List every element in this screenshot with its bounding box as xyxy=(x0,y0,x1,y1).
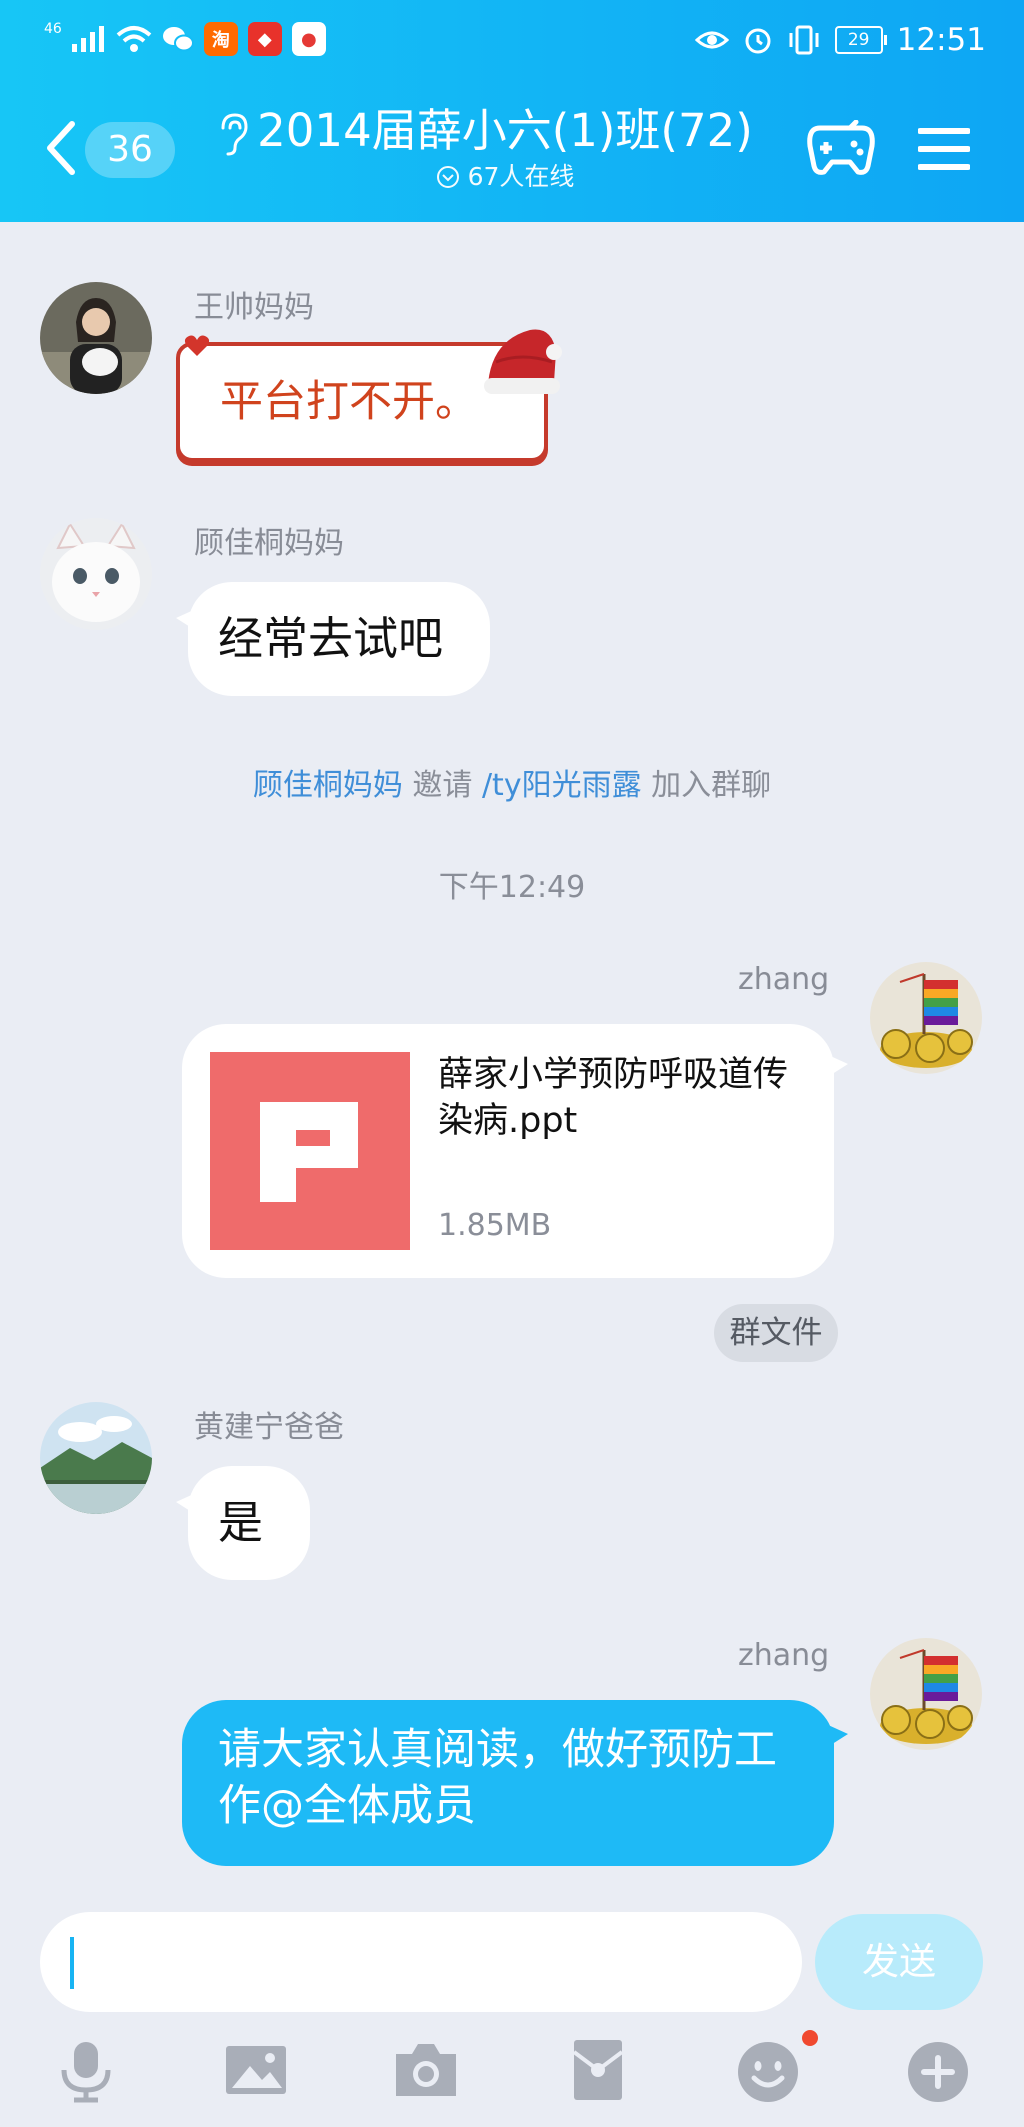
santa-hat-icon xyxy=(484,329,562,394)
group-title-area[interactable]: 2014届薛小六(1)班(72) 67人在线 xyxy=(215,102,795,194)
file-message-card[interactable]: 薛家小学预防呼吸道传染病.ppt 1.85MB xyxy=(182,1024,848,1278)
invitee-link[interactable]: /ty阳光雨露 xyxy=(482,768,642,803)
avatar[interactable] xyxy=(870,1638,982,1750)
microphone-icon[interactable] xyxy=(52,2036,120,2104)
invite-suffix: 加入群聊 xyxy=(651,768,772,803)
eye-icon xyxy=(694,31,729,49)
chat-header: 36 2014届薛小六(1)班(72) 67人在线 xyxy=(0,90,1024,222)
online-count: 67人在线 xyxy=(467,162,575,191)
image-icon[interactable] xyxy=(222,2036,290,2104)
battery-icon: 29 xyxy=(834,26,887,54)
sender-name: zhang xyxy=(738,962,830,997)
avatar[interactable] xyxy=(40,1402,152,1514)
sender-name: zhang xyxy=(738,1638,830,1673)
message-input[interactable] xyxy=(40,1912,802,2012)
ppt-file-icon xyxy=(210,1052,410,1250)
group-title: 2014届薛小六(1)班(72) xyxy=(257,104,753,157)
notification-dot xyxy=(802,2030,818,2046)
group-file-tag[interactable]: 群文件 xyxy=(714,1304,838,1362)
avatar[interactable] xyxy=(870,962,982,1074)
network-type: 46 xyxy=(44,21,62,37)
send-button[interactable]: 发送 xyxy=(815,1914,983,2010)
timestamp: 下午12:49 xyxy=(438,870,586,905)
plus-icon[interactable] xyxy=(904,2036,972,2104)
camera-icon[interactable] xyxy=(392,2036,460,2104)
avatar[interactable] xyxy=(40,518,152,630)
red-packet-icon[interactable] xyxy=(564,2036,632,2104)
file-size: 1.85MB xyxy=(438,1208,552,1243)
online-status: 67人在线 xyxy=(436,160,575,194)
map-icon: ● xyxy=(291,22,326,56)
unread-count-badge[interactable]: 36 xyxy=(85,122,175,178)
message-bubble[interactable]: 是 xyxy=(176,1466,310,1580)
app-icon: ◆ xyxy=(247,22,282,56)
menu-icon[interactable] xyxy=(918,126,970,172)
text-caret xyxy=(70,1937,74,1989)
sender-name: 顾佳桐妈妈 xyxy=(194,526,344,561)
alarm-icon xyxy=(745,28,771,54)
heart-icon xyxy=(184,335,210,356)
composer-toolbar xyxy=(0,2030,1024,2127)
emoji-icon[interactable] xyxy=(734,2036,802,2104)
message-bubble-self[interactable]: 请大家认真阅读，做好预防工作@全体成员 xyxy=(182,1700,848,1866)
invite-verb: 邀请 xyxy=(412,768,473,803)
avatar[interactable] xyxy=(40,282,152,394)
vibrate-icon xyxy=(789,25,819,55)
message-bubble[interactable]: 经常去试吧 xyxy=(176,582,490,696)
top-bar: 46 淘 ◆ ● 29 12:51 36 2014届薛小六(1)班(72) 67… xyxy=(0,0,1024,222)
gamepad-icon[interactable] xyxy=(806,120,876,176)
clock: 12:51 xyxy=(896,22,986,58)
inviter-link[interactable]: 顾佳桐妈妈 xyxy=(253,768,403,803)
chevron-down-circle-icon xyxy=(436,166,459,188)
sender-name: 黄建宁爸爸 xyxy=(194,1410,344,1445)
ear-icon xyxy=(221,113,248,156)
wechat-icon xyxy=(162,27,194,52)
taobao-icon: 淘 xyxy=(203,22,238,56)
signal-icon xyxy=(71,26,104,52)
sender-name: 王帅妈妈 xyxy=(194,290,314,325)
file-name: 薛家小学预防呼吸道传染病.ppt xyxy=(438,1055,789,1141)
back-icon[interactable] xyxy=(42,118,82,178)
wifi-icon xyxy=(116,26,152,52)
status-bar: 46 淘 ◆ ● 29 12:51 xyxy=(0,0,1024,80)
system-notice: 顾佳桐妈妈 邀请 /ty阳光雨露 加入群聊 xyxy=(0,760,1024,804)
